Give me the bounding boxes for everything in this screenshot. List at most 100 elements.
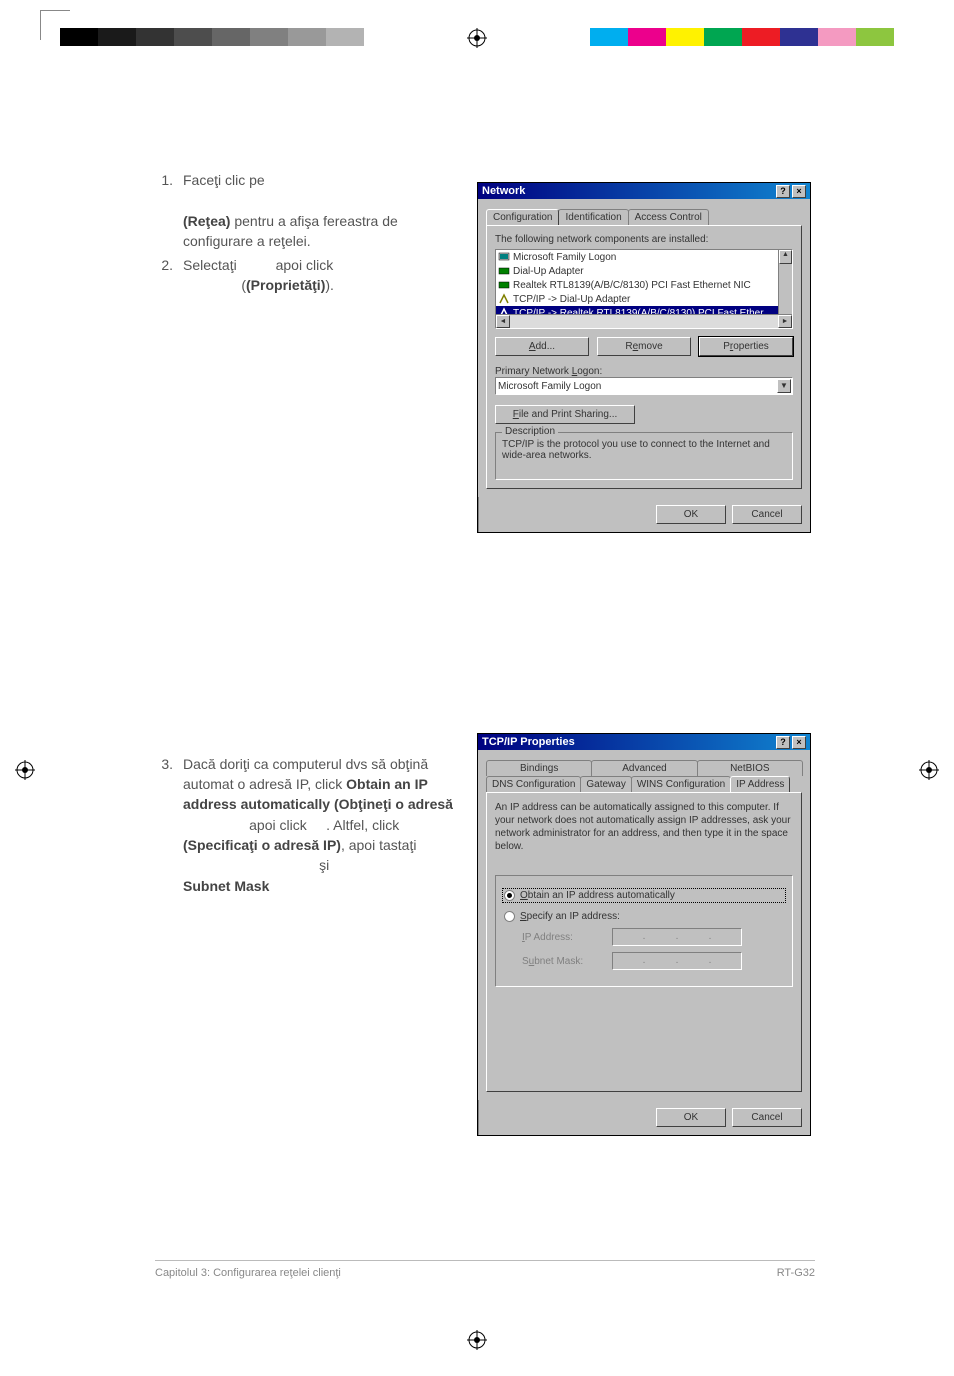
tab-netbios[interactable]: NetBIOS <box>697 760 803 776</box>
primary-logon-combo[interactable]: Microsoft Family Logon ▼ <box>495 377 793 395</box>
scroll-up-button[interactable]: ▲ <box>779 250 792 264</box>
window-title: TCP/IP Properties <box>482 736 774 748</box>
adapter-icon <box>498 279 510 291</box>
list-item[interactable]: Dial-Up Adapter <box>496 264 792 278</box>
tab-strip: Configuration Identification Access Cont… <box>486 209 802 225</box>
cancel-button[interactable]: Cancel <box>732 505 802 524</box>
list-item-label: TCP/IP -> Dial-Up Adapter <box>513 294 630 305</box>
tab-access-control[interactable]: Access Control <box>628 209 709 225</box>
tab-ip-address[interactable]: IP Address <box>730 776 790 792</box>
registration-mark-right <box>919 760 939 780</box>
text: apoi click <box>245 817 310 833</box>
close-button[interactable]: × <box>792 736 806 749</box>
tab-strip: Bindings Advanced NetBIOS DNS Configurat… <box>486 760 802 792</box>
steps-list-2: 3. Dacă doriţi ca computerul dvs să obţi… <box>155 754 465 896</box>
text: . <box>330 277 334 293</box>
components-listbox[interactable]: Microsoft Family Logon Dial-Up Adapter R… <box>495 249 793 329</box>
step-body: Dacă doriţi ca computerul dvs să obţină … <box>183 754 465 896</box>
radio-label: Obtain an IP address automatically <box>520 890 675 901</box>
ip-address-input: ... <box>612 928 742 946</box>
tab-advanced[interactable]: Advanced <box>591 760 697 776</box>
btn-label: dd... <box>536 341 555 352</box>
subnet-mask-label: Subnet Mask: <box>522 956 602 967</box>
window-title: Network <box>482 185 774 197</box>
step-number: 3. <box>155 754 183 896</box>
btn-label: ile and Print Sharing... <box>519 409 617 420</box>
step-number: 1. <box>155 170 183 251</box>
ip-address-label: IP Address: <box>522 932 602 943</box>
tab-panel: The following network components are ins… <box>486 225 802 489</box>
description-text: TCP/IP is the protocol you use to connec… <box>502 439 786 473</box>
footer-chapter: Capitolul 3: Configurarea reţelei clienţ… <box>155 1267 341 1279</box>
scroll-right-button[interactable]: ► <box>778 315 792 328</box>
remove-button[interactable]: Remove <box>597 337 691 356</box>
help-button[interactable]: ? <box>776 736 790 749</box>
text: Selectaţi <box>183 257 241 273</box>
bold-text: Subnet Mask <box>183 878 269 894</box>
print-color-bar-bw <box>60 28 364 46</box>
ip-radio-group: Obtain an IP address automatically Speci… <box>495 875 793 987</box>
close-button[interactable]: × <box>792 185 806 198</box>
footer-model: RT-G32 <box>777 1267 815 1279</box>
list-item-label: Dial-Up Adapter <box>513 266 584 277</box>
cancel-button[interactable]: Cancel <box>732 1108 802 1127</box>
step-body: Faceţi clic pe (Reţea) pentru a afişa fe… <box>183 170 465 251</box>
radio-specify[interactable]: Specify an IP address: <box>504 911 784 922</box>
registration-mark-left <box>15 760 35 780</box>
client-icon <box>498 251 510 263</box>
list-item-label: Realtek RTL8139(A/B/C/8130) PCI Fast Eth… <box>513 280 751 291</box>
tcpip-dialog: TCP/IP Properties ? × Bindings Advanced … <box>477 733 811 1136</box>
tab-panel: An IP address can be automatically assig… <box>486 792 802 1092</box>
list-item[interactable]: Realtek RTL8139(A/B/C/8130) PCI Fast Eth… <box>496 278 792 292</box>
add-button[interactable]: Add... <box>495 337 589 356</box>
bold-text: (Proprietăţi) <box>246 277 325 293</box>
tab-dns[interactable]: DNS Configuration <box>486 776 581 792</box>
radio-dot-icon <box>504 890 515 901</box>
info-text: An IP address can be automatically assig… <box>495 801 793 853</box>
dropdown-button[interactable]: ▼ <box>777 379 791 393</box>
description-group: Description TCP/IP is the protocol you u… <box>495 432 793 480</box>
ok-button[interactable]: OK <box>656 1108 726 1127</box>
list-item[interactable]: TCP/IP -> Dial-Up Adapter <box>496 292 792 306</box>
bold-text: (Specificaţi o adresă IP) <box>183 837 341 853</box>
subnet-mask-input: ... <box>612 952 742 970</box>
list-item-label: Microsoft Family Logon <box>513 252 616 263</box>
step-number: 2. <box>155 255 183 296</box>
crop-mark-tl <box>40 10 70 40</box>
combo-value: Microsoft Family Logon <box>498 381 601 392</box>
registration-mark-bottom <box>467 1330 487 1350</box>
text: . Altfel, click <box>326 817 399 833</box>
scroll-left-button[interactable]: ◄ <box>496 315 510 328</box>
text: şi <box>315 857 329 873</box>
properties-button[interactable]: Properties <box>699 337 793 356</box>
step-body: Selectaţi apoi click ((Proprietăţi)). <box>183 255 465 296</box>
text: Faceţi clic pe <box>183 172 265 188</box>
tab-identification[interactable]: Identification <box>558 209 628 225</box>
tab-wins[interactable]: WINS Configuration <box>631 776 731 792</box>
registration-mark-top <box>467 28 487 48</box>
vertical-scrollbar[interactable]: ▲ <box>778 250 792 314</box>
radio-obtain-auto[interactable]: Obtain an IP address automatically <box>504 890 784 901</box>
ok-button[interactable]: OK <box>656 505 726 524</box>
page-footer: Capitolul 3: Configurarea reţelei clienţ… <box>155 1260 815 1279</box>
btn-label: Remove <box>625 341 662 352</box>
radio-dot-icon <box>504 911 515 922</box>
btn-label: Properties <box>723 341 769 352</box>
protocol-icon <box>498 293 510 305</box>
text: apoi click <box>272 257 333 273</box>
text: , apoi tastaţi <box>341 837 417 853</box>
radio-label: Specify an IP address: <box>520 911 620 922</box>
tab-configuration[interactable]: Configuration <box>486 209 559 225</box>
help-button[interactable]: ? <box>776 185 790 198</box>
titlebar[interactable]: TCP/IP Properties ? × <box>478 734 810 750</box>
print-color-bar-color <box>590 28 894 46</box>
tab-gateway[interactable]: Gateway <box>580 776 631 792</box>
group-legend: Description <box>502 426 558 437</box>
primary-logon-label: Primary Network Logon: <box>495 366 793 377</box>
horizontal-scrollbar[interactable]: ◄► <box>496 314 792 328</box>
tab-bindings[interactable]: Bindings <box>486 760 592 776</box>
list-item[interactable]: Microsoft Family Logon <box>496 250 792 264</box>
file-print-sharing-button[interactable]: File and Print Sharing... <box>495 405 635 424</box>
steps-list-1: 1. Faceţi clic pe (Reţea) pentru a afişa… <box>155 170 465 296</box>
titlebar[interactable]: Network ? × <box>478 183 810 199</box>
